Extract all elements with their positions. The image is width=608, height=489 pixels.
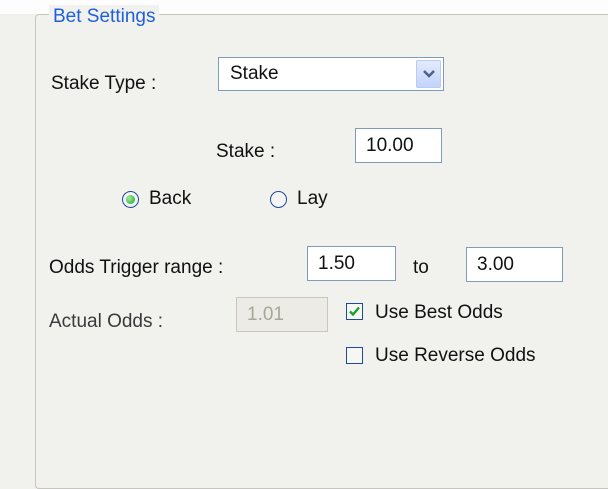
odds-trigger-label: Odds Trigger range :: [49, 257, 224, 278]
checkmark-icon: [349, 306, 360, 317]
stake-type-select[interactable]: Stake: [218, 57, 444, 91]
odds-to-input[interactable]: 3.00: [466, 247, 563, 282]
dropdown-button[interactable]: [416, 60, 441, 88]
use-best-odds-checkbox[interactable]: [346, 303, 363, 320]
radio-selected-dot: [126, 195, 135, 204]
use-reverse-odds-label: Use Reverse Odds: [375, 345, 536, 366]
use-best-odds-label: Use Best Odds: [375, 302, 503, 323]
actual-odds-label: Actual Odds :: [49, 311, 164, 332]
group-title: Bet Settings: [49, 5, 160, 29]
lay-label: Lay: [297, 188, 328, 209]
back-radio[interactable]: [122, 191, 139, 208]
stake-type-label: Stake Type :: [51, 73, 157, 94]
stake-input[interactable]: 10.00: [355, 128, 442, 163]
lay-radio[interactable]: [270, 191, 287, 208]
stake-type-value: Stake: [230, 63, 279, 84]
odds-from-input[interactable]: 1.50: [307, 246, 396, 281]
odds-to-label: to: [413, 257, 429, 278]
back-label: Back: [149, 188, 192, 209]
actual-odds-input: 1.01: [236, 297, 328, 332]
chevron-down-icon: [423, 70, 435, 78]
use-reverse-odds-checkbox[interactable]: [346, 347, 363, 364]
stake-label: Stake :: [216, 141, 276, 162]
